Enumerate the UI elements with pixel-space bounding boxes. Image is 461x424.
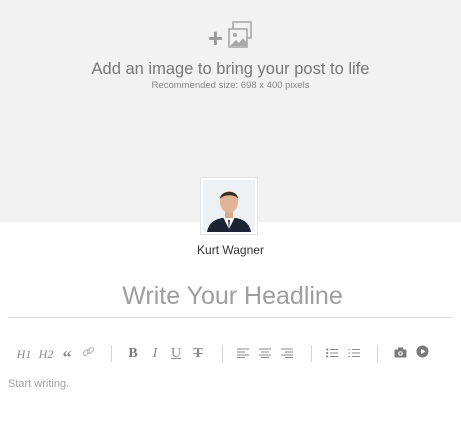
- bullet-list-icon: [326, 345, 338, 363]
- add-image-button[interactable]: + Add an image to bring your post to lif…: [0, 20, 461, 91]
- image-icon: [227, 20, 253, 56]
- link-button[interactable]: [80, 343, 96, 365]
- heading-2-button[interactable]: H2: [37, 343, 55, 365]
- insert-video-button[interactable]: [414, 343, 430, 365]
- toolbar-separator: [311, 345, 312, 362]
- add-image-prompt: Add an image to bring your post to life: [91, 60, 370, 78]
- strikethrough-button[interactable]: T: [191, 343, 205, 365]
- divider: [8, 317, 453, 318]
- plus-icon: +: [207, 23, 224, 53]
- align-center-button[interactable]: [258, 343, 272, 365]
- author-name: Kurt Wagner: [197, 243, 264, 257]
- body-editor[interactable]: Start writing.: [8, 378, 69, 390]
- align-left-button[interactable]: [236, 343, 250, 365]
- italic-button[interactable]: I: [148, 343, 162, 365]
- formatting-toolbar: H1 H2 “ B I U T: [0, 343, 461, 367]
- heading-1-button[interactable]: H1: [15, 343, 33, 365]
- align-left-icon: [237, 345, 249, 363]
- insert-photo-button[interactable]: [392, 343, 408, 365]
- toolbar-separator: [377, 345, 378, 362]
- align-right-button[interactable]: [280, 343, 294, 365]
- toolbar-separator: [111, 345, 112, 362]
- avatar-photo: [203, 180, 255, 232]
- headline-input[interactable]: [8, 276, 457, 316]
- camera-icon: [394, 345, 407, 363]
- quote-button[interactable]: “: [60, 343, 74, 367]
- bullet-list-button[interactable]: [325, 343, 339, 365]
- toolbar-separator: [222, 345, 223, 362]
- numbered-list-icon: [348, 345, 360, 363]
- bold-button[interactable]: B: [126, 343, 140, 365]
- play-icon: [416, 345, 429, 363]
- link-icon: [82, 345, 95, 363]
- align-right-icon: [281, 345, 293, 363]
- underline-button[interactable]: U: [169, 343, 183, 365]
- avatar: [200, 177, 258, 235]
- numbered-list-button[interactable]: [347, 343, 361, 365]
- recommended-size-text: Recommended size: 698 x 400 pixels: [151, 80, 310, 91]
- align-center-icon: [259, 345, 271, 363]
